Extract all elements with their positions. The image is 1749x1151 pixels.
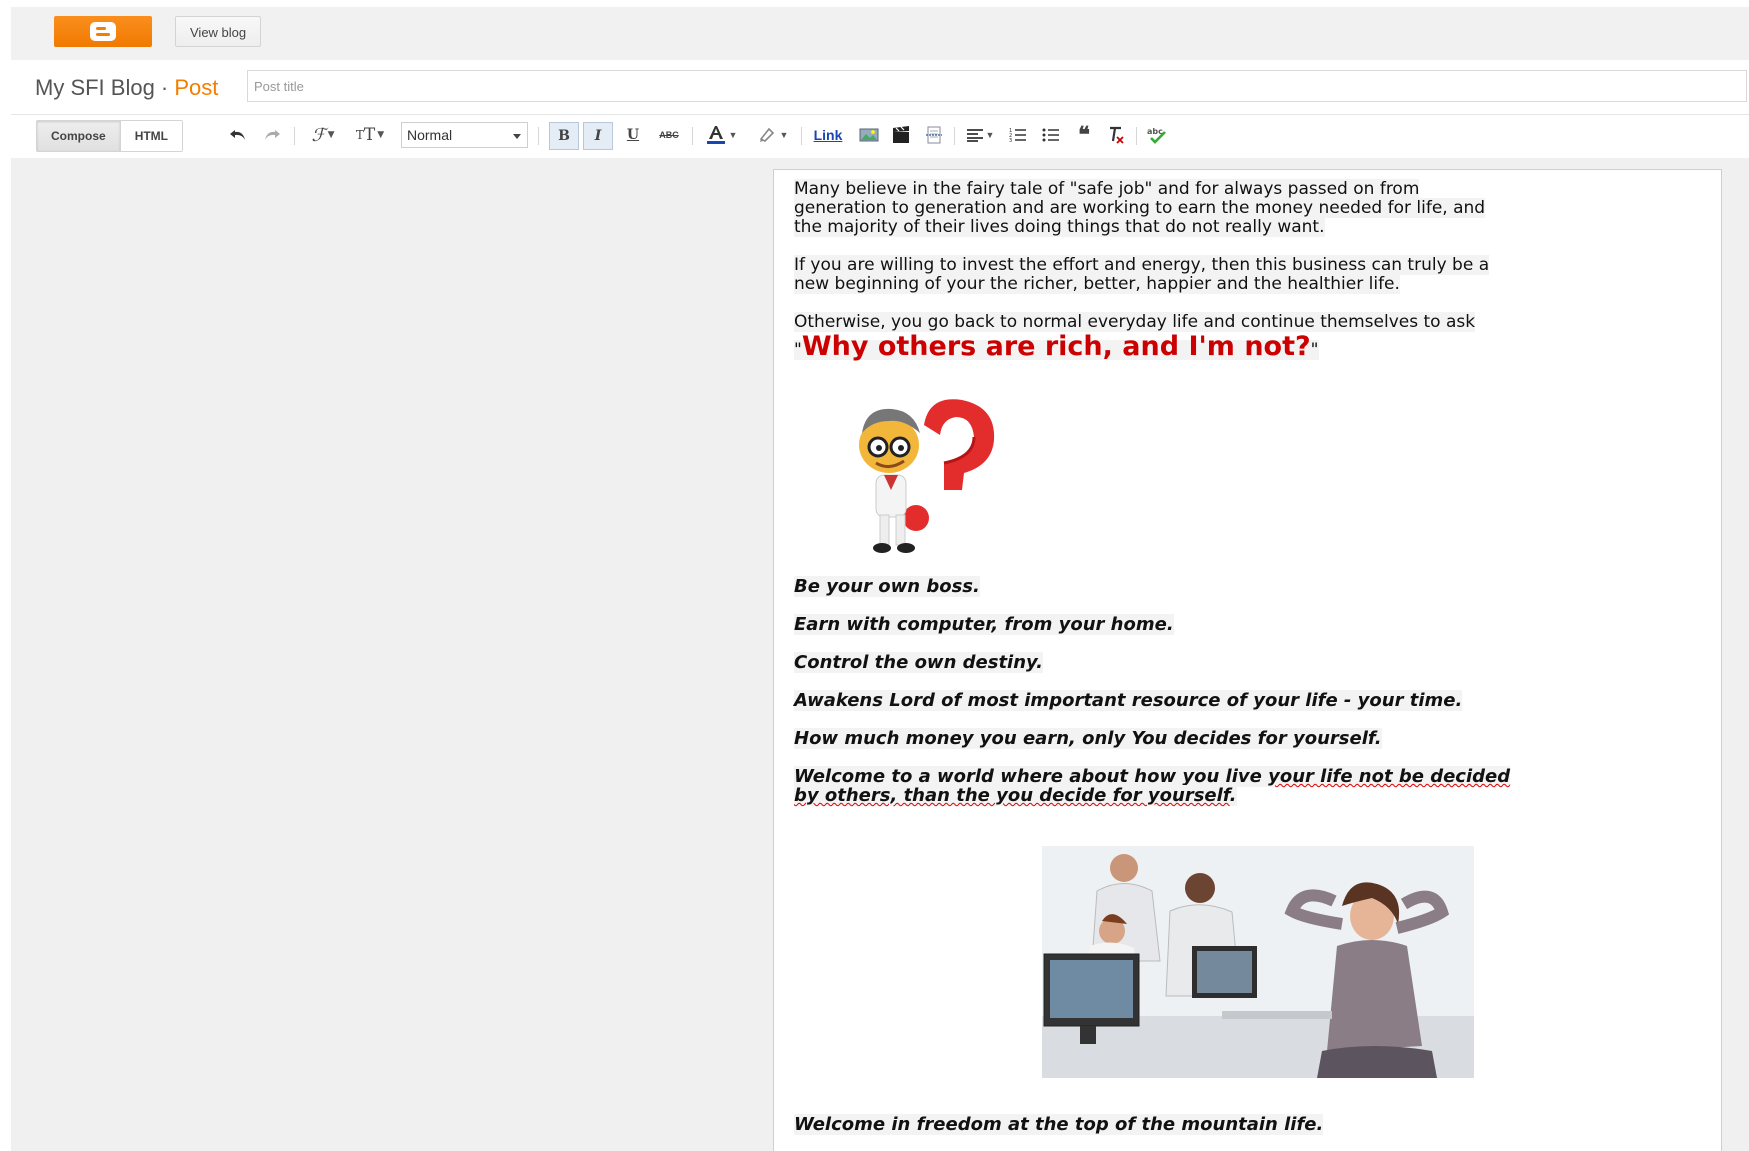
italic-icon[interactable]: I xyxy=(583,122,613,150)
paragraph-3: Otherwise, you go back to normal everyda… xyxy=(794,312,1476,362)
html-tab[interactable]: HTML xyxy=(119,121,183,151)
blogger-logo-icon xyxy=(90,22,116,41)
post-line: Control the own destiny. xyxy=(794,652,1043,673)
post-line: Be your own boss. xyxy=(794,576,980,597)
font-family-icon[interactable]: ℱ ▼ xyxy=(305,122,341,148)
toolbar-separator xyxy=(692,127,693,145)
toolbar-separator xyxy=(294,127,295,145)
paragraph-line: Many believe in the fairy tale of "safe … xyxy=(794,179,1420,199)
spelling-flagged-text[interactable]: by others, than the you decide for yours… xyxy=(794,785,1230,806)
post-line-text: . xyxy=(1229,785,1237,806)
post-line: Awakens Lord of most important resource … xyxy=(794,690,1463,711)
undo-icon[interactable] xyxy=(226,122,250,148)
paragraph-line: generation to generation and are working… xyxy=(794,198,1486,218)
post-line-text: Welcome in freedom at the top of the mou… xyxy=(794,1114,1324,1135)
chevron-down-icon xyxy=(513,134,521,143)
paragraph-line: the majority of their lives doing things… xyxy=(794,217,1325,237)
svg-text:3: 3 xyxy=(1009,138,1012,143)
blogger-home-button[interactable] xyxy=(54,16,152,47)
headline-text: Why others are rich, and I'm not? xyxy=(801,331,1311,362)
view-blog-button[interactable]: View blog xyxy=(175,16,262,47)
underline-icon[interactable]: U xyxy=(622,122,644,148)
strikethrough-glyph: ABC xyxy=(659,130,679,140)
question-mark-character-image[interactable] xyxy=(844,395,1004,565)
bullet-list-icon[interactable] xyxy=(1039,122,1063,148)
toolbar-separator xyxy=(954,127,955,145)
spelling-flagged-text[interactable]: your life not be decided xyxy=(1268,766,1510,787)
font-size-icon[interactable]: T T ▼ xyxy=(351,122,389,148)
breadcrumb-post: Post xyxy=(174,75,219,100)
post-line-text: Welcome to a world where about how you l… xyxy=(794,766,1269,787)
quote-open: " xyxy=(794,340,802,360)
post-line: Welcome in freedom at the top of the mou… xyxy=(794,1114,1324,1135)
paragraph-line: If you are willing to invest the effort … xyxy=(794,255,1490,275)
paragraph-2: If you are willing to invest the effort … xyxy=(794,255,1490,294)
spell-check-icon[interactable]: abc xyxy=(1144,122,1170,148)
post-title-input[interactable] xyxy=(247,70,1747,102)
format-select[interactable]: Normal xyxy=(401,122,528,148)
post-line-text: Be your own boss. xyxy=(794,576,980,597)
paragraph-line: new beginning of your the richer, better… xyxy=(794,274,1400,294)
post-title-bar: My SFI Blog · Post xyxy=(11,64,1749,115)
format-select-value: Normal xyxy=(407,127,453,143)
numbered-list-icon[interactable]: 123 xyxy=(1006,122,1030,148)
post-line-text: Awakens Lord of most important resource … xyxy=(794,690,1463,711)
underline-glyph: U xyxy=(626,127,640,143)
editor-toolbar: Compose HTML ℱ ▼ T T ▼ Normal B I U ABC ▼ ▼… xyxy=(11,117,1749,159)
remove-formatting-icon[interactable] xyxy=(1104,122,1128,148)
toolbar-separator xyxy=(801,127,802,145)
bold-icon[interactable]: B xyxy=(549,122,579,150)
strikethrough-icon[interactable]: ABC xyxy=(654,122,684,148)
relaxed-office-woman-photo[interactable] xyxy=(1042,846,1474,1078)
bold-glyph: B xyxy=(558,128,570,144)
blog-breadcrumb: My SFI Blog · Post xyxy=(35,75,218,101)
text-color-icon[interactable]: ▼ xyxy=(701,122,741,148)
highlight-color-icon[interactable]: ▼ xyxy=(753,122,793,148)
post-body-editor[interactable]: Many believe in the fairy tale of "safe … xyxy=(773,169,1722,1151)
insert-video-icon[interactable] xyxy=(889,122,913,148)
redo-icon[interactable] xyxy=(260,122,284,148)
toolbar-separator xyxy=(538,127,539,145)
align-icon[interactable]: ▼ xyxy=(962,122,998,148)
post-line-text: Control the own destiny. xyxy=(794,652,1043,673)
paragraph-line: Otherwise, you go back to normal everyda… xyxy=(794,312,1476,332)
mode-tabs: Compose HTML xyxy=(36,120,184,152)
post-line-text: How much money you earn, only You decide… xyxy=(794,728,1382,749)
breadcrumb-separator: · xyxy=(154,75,175,100)
toolbar-separator xyxy=(1136,127,1137,145)
italic-glyph: I xyxy=(594,128,602,144)
quote-close: " xyxy=(1310,340,1319,360)
paragraph-1: Many believe in the fairy tale of "safe … xyxy=(794,179,1486,237)
blog-name[interactable]: My SFI Blog xyxy=(35,75,155,100)
insert-jump-break-icon[interactable] xyxy=(922,122,946,148)
top-bar: View blog xyxy=(11,7,1749,60)
insert-image-icon[interactable] xyxy=(857,122,881,148)
link-label: Link xyxy=(813,127,843,143)
post-line: How much money you earn, only You decide… xyxy=(794,728,1382,749)
link-button[interactable]: Link xyxy=(808,122,848,148)
quote-icon[interactable]: ❝ xyxy=(1072,122,1096,148)
post-line-text: Earn with computer, from your home. xyxy=(794,614,1174,635)
post-line: Welcome to a world where about how you l… xyxy=(794,766,1511,806)
compose-tab[interactable]: Compose xyxy=(37,121,120,151)
post-line: Earn with computer, from your home. xyxy=(794,614,1174,635)
